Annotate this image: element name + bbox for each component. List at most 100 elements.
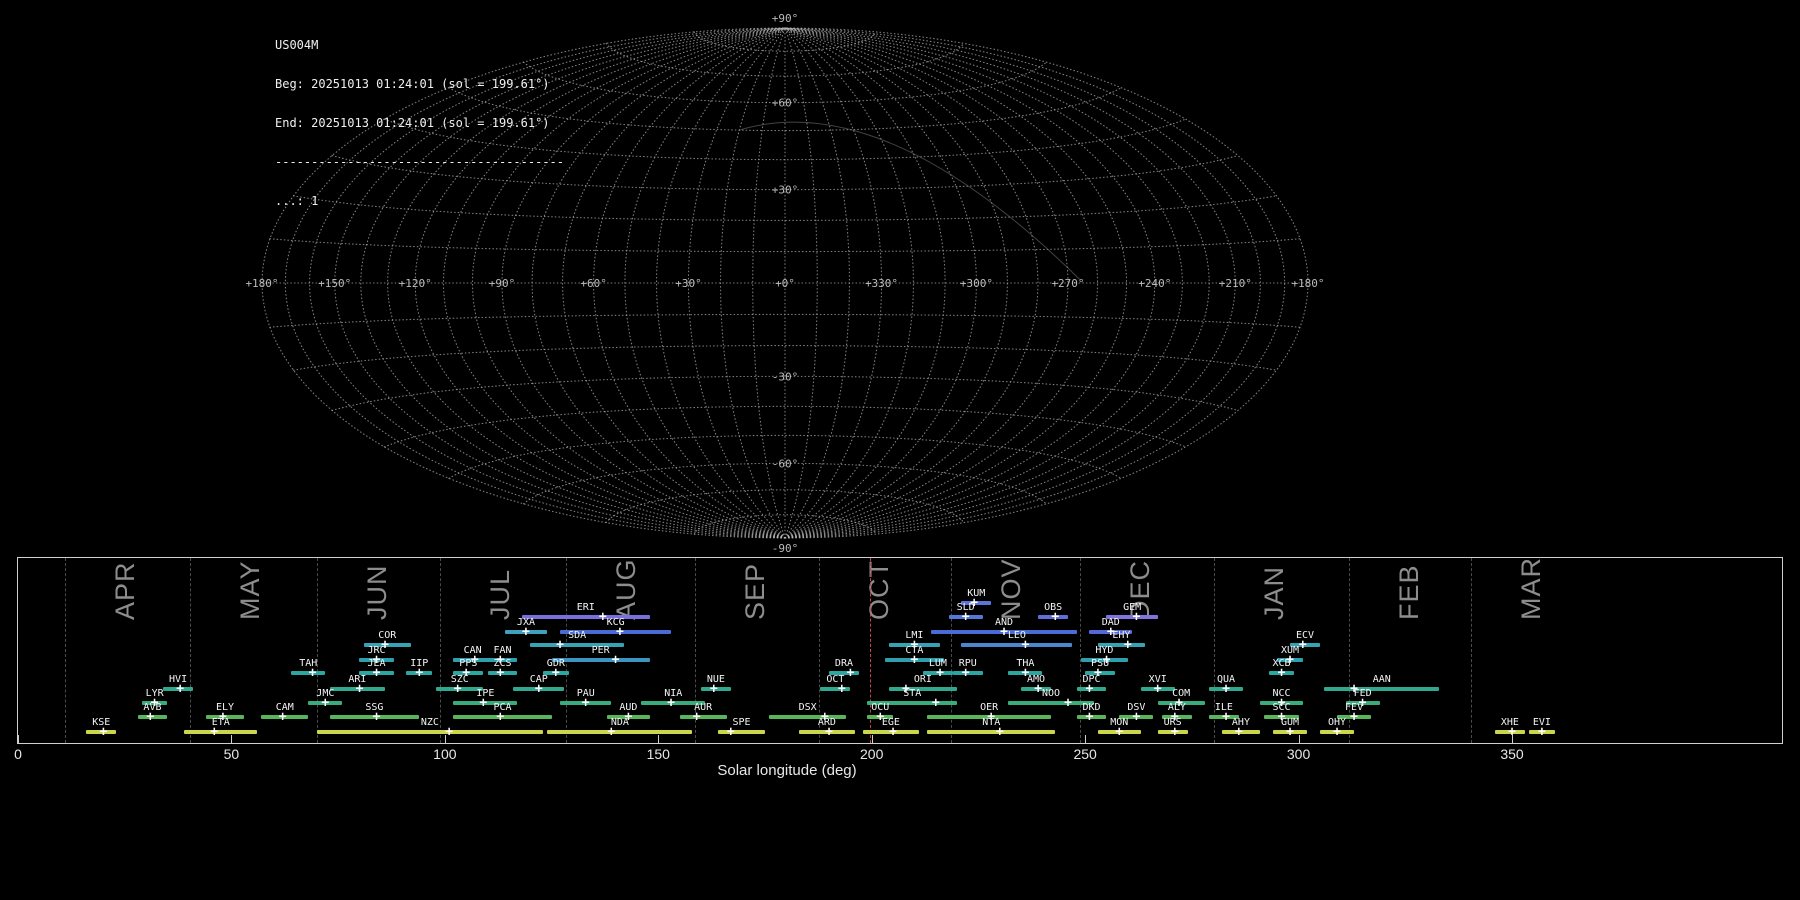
begin-time-line: Beg: 20251013 01:24:01 (sol = 199.61°)	[275, 77, 550, 91]
shower-activity-bar	[184, 730, 258, 734]
shower-peak-marker: +	[1034, 681, 1043, 697]
month-label: APR	[110, 561, 141, 620]
meteor-observation-screen: { "header": { "station": "US004M", "beg"…	[0, 0, 1800, 900]
month-label: OCT	[864, 560, 895, 620]
shower-activity-timeline: APR MAY JUN JUL AUG SEP OCT NOV DEC JAN FEB MAR KUM +…	[17, 557, 1783, 744]
x-axis-tick	[871, 735, 873, 743]
shower-peak-marker: +	[846, 665, 855, 681]
x-axis-tick-label: 350	[1500, 746, 1524, 762]
x-axis-tick-label: 200	[860, 746, 884, 762]
longitude-label: +180°	[245, 277, 278, 290]
shower-peak-marker: +	[961, 665, 970, 681]
shower-peak-marker: +	[1085, 709, 1094, 725]
x-axis-tick-label: 50	[223, 746, 240, 762]
shower-peak-marker: +	[961, 609, 970, 625]
shower-peak-marker: +	[910, 652, 919, 668]
sky-map-hammer-projection: +180° +150° +120° +90° +60° +30° +0° +330° +300°…	[245, 12, 1324, 555]
x-axis-tick-label: 0	[14, 746, 22, 762]
shower-peak-marker: +	[1153, 681, 1162, 697]
header-separator: ----------------------------------------	[275, 155, 564, 169]
latitude-label: -30°	[772, 370, 799, 383]
month-label: NOV	[996, 558, 1027, 620]
shower-peak-marker: +	[1123, 637, 1132, 653]
shower-peak-marker: +	[372, 709, 381, 725]
shower-peak-marker: +	[1064, 695, 1072, 711]
shower-peak-marker: +	[146, 709, 155, 725]
longitude-label: +60°	[580, 277, 607, 290]
shower-peak-marker: +	[709, 681, 718, 697]
longitude-label: +0°	[775, 277, 795, 290]
shower-peak-marker: +	[615, 624, 624, 640]
shower-peak-marker: +	[453, 681, 462, 697]
shower-activity-bar	[888, 687, 958, 691]
shower-peak-marker: +	[1132, 609, 1141, 625]
shower-peak-marker: +	[1286, 724, 1294, 740]
longitude-label: +90°	[489, 277, 516, 290]
shower-peak-marker: +	[372, 665, 381, 681]
shower-peak-marker: +	[936, 665, 944, 681]
shower-peak-marker: +	[1350, 709, 1358, 725]
shower-peak-marker: +	[581, 695, 590, 711]
shower-code-label: SPE	[732, 717, 751, 728]
shower-peak-marker: +	[889, 724, 897, 740]
longitude-label: +180°	[1291, 277, 1324, 290]
shower-peak-marker: +	[1234, 724, 1243, 740]
shower-peak-marker: +	[825, 724, 833, 740]
longitude-label: +120°	[399, 277, 432, 290]
longitude-label: +150°	[318, 277, 351, 290]
shower-peak-marker: +	[1085, 681, 1094, 697]
end-time-line: End: 20251013 01:24:01 (sol = 199.61°)	[275, 116, 550, 130]
shower-activity-bar	[1008, 701, 1094, 705]
month-boundary-gridline	[190, 558, 192, 743]
latitude-label: +60°	[772, 97, 799, 110]
x-axis-title: Solar longitude (deg)	[717, 762, 857, 779]
shower-peak-marker: +	[1132, 709, 1141, 725]
shower-peak-marker: +	[1277, 665, 1286, 681]
shower-activity-bar	[547, 730, 693, 734]
shower-peak-marker: +	[1222, 709, 1230, 725]
shower-peak-marker: +	[210, 724, 219, 740]
month-label: AUG	[611, 558, 642, 620]
x-axis-tick	[658, 735, 660, 743]
shower-peak-marker: +	[667, 695, 675, 711]
shower-peak-marker: +	[445, 724, 454, 740]
shower-code-label: ORI	[913, 674, 932, 685]
shower-peak-marker: +	[1537, 724, 1546, 740]
shower-code-label: ERI	[576, 602, 595, 613]
shower-activity-bar	[679, 715, 727, 719]
shower-activity-bar	[530, 643, 625, 647]
shower-peak-marker: +	[534, 681, 543, 697]
longitude-label: +300°	[960, 277, 993, 290]
shower-code-label: AAN	[1372, 674, 1391, 685]
shower-activity-bar	[521, 615, 650, 619]
month-label: MAY	[235, 560, 266, 620]
x-axis-tick-label: 250	[1073, 746, 1097, 762]
longitude-label: +30°	[675, 277, 702, 290]
month-label: FEB	[1393, 564, 1424, 620]
shower-peak-marker: +	[1222, 681, 1230, 697]
month-boundary-gridline	[566, 558, 568, 743]
shower-peak-marker: +	[726, 724, 735, 740]
shower-peak-marker: +	[522, 624, 530, 640]
shower-peak-marker: +	[176, 681, 185, 697]
shower-peak-marker: +	[321, 695, 330, 711]
meteor-trail	[739, 121, 1081, 280]
shower-peak-marker: +	[1021, 637, 1030, 653]
shower-peak-marker: +	[692, 709, 701, 725]
shower-code-label: DSX	[798, 702, 817, 713]
shower-activity-bar	[1324, 687, 1440, 691]
x-axis-tick-label: 100	[433, 746, 457, 762]
x-axis-tick	[1085, 735, 1087, 743]
shower-peak-marker: +	[837, 681, 846, 697]
x-axis-tick	[1298, 735, 1300, 743]
x-axis-tick-label: 150	[646, 746, 670, 762]
shower-peak-marker: +	[611, 652, 620, 668]
x-axis-tick-label: 300	[1286, 746, 1311, 762]
shower-activity-bar	[718, 730, 765, 734]
shower-peak-marker: +	[1333, 724, 1341, 740]
shower-activity-bar	[961, 643, 1073, 647]
month-label: MAR	[1515, 557, 1546, 620]
observation-header: US004M Beg: 20251013 01:24:01 (sol = 199…	[275, 13, 564, 221]
shower-peak-marker: +	[355, 681, 364, 697]
longitude-label: +330°	[865, 277, 898, 290]
